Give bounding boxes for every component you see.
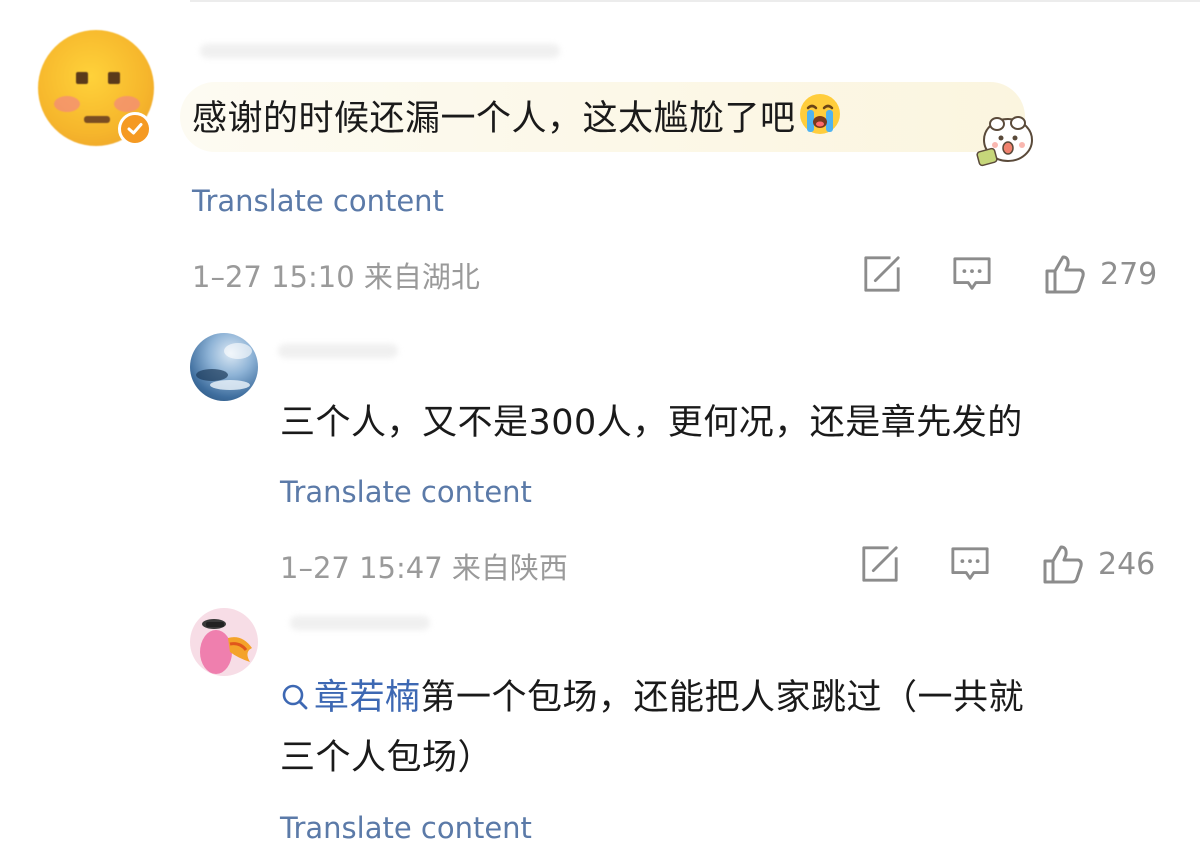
- avatar-cheek: [114, 96, 140, 112]
- comment-actions: 246: [860, 542, 1155, 586]
- avatar[interactable]: [190, 608, 258, 676]
- comment-text-line2: 三个人包场）: [280, 738, 494, 778]
- translate-link[interactable]: Translate content: [280, 811, 532, 845]
- avatar-image: [200, 619, 252, 674]
- comment-meta: 1–27 15:47 来自陕西: [280, 551, 568, 585]
- comment-meta: 1–27 15:10 来自湖北: [192, 260, 480, 294]
- comment-text: 三个人，又不是300人，更何况，还是章先发的: [280, 403, 1023, 443]
- like-icon[interactable]: [1044, 253, 1086, 295]
- translate-link[interactable]: Translate content: [192, 184, 444, 218]
- mention-link[interactable]: 章若楠: [280, 678, 421, 718]
- top-divider: [190, 0, 1200, 2]
- avatar-eye: [76, 72, 88, 84]
- comment-icon[interactable]: [950, 544, 990, 584]
- username-redacted[interactable]: [200, 44, 560, 58]
- search-mention-icon: [282, 684, 308, 710]
- like-icon[interactable]: [1042, 543, 1084, 585]
- avatar-eye: [108, 72, 120, 84]
- username-redacted[interactable]: [290, 616, 430, 630]
- translate-link[interactable]: Translate content: [280, 475, 532, 509]
- comment-text-line1: 章若楠第一个包场，还能把人家跳过（一共就: [280, 669, 1024, 727]
- comment-actions: 279: [862, 252, 1157, 296]
- sticker-decoration: [976, 116, 1033, 167]
- like-count: 279: [1100, 256, 1158, 292]
- username-redacted[interactable]: [278, 344, 398, 358]
- verified-icon: [118, 112, 152, 146]
- avatar-cheek: [54, 96, 80, 112]
- comment-icon[interactable]: [952, 254, 992, 294]
- comment-body: 第一个包场，还能把人家跳过（一共就: [420, 678, 1025, 718]
- crying-face-icon: [799, 94, 840, 134]
- share-icon[interactable]: [860, 544, 900, 584]
- comment-body: 感谢的时候还漏一个人，这太尴尬了吧: [192, 99, 796, 139]
- like-count: 246: [1098, 546, 1156, 582]
- avatar-image: [196, 343, 252, 390]
- mention-name: 章若楠: [314, 678, 421, 718]
- avatar-mouth: [84, 116, 110, 123]
- share-icon[interactable]: [862, 254, 902, 294]
- avatar[interactable]: [190, 333, 258, 401]
- comment-text: 感谢的时候还漏一个人，这太尴尬了吧: [192, 90, 842, 148]
